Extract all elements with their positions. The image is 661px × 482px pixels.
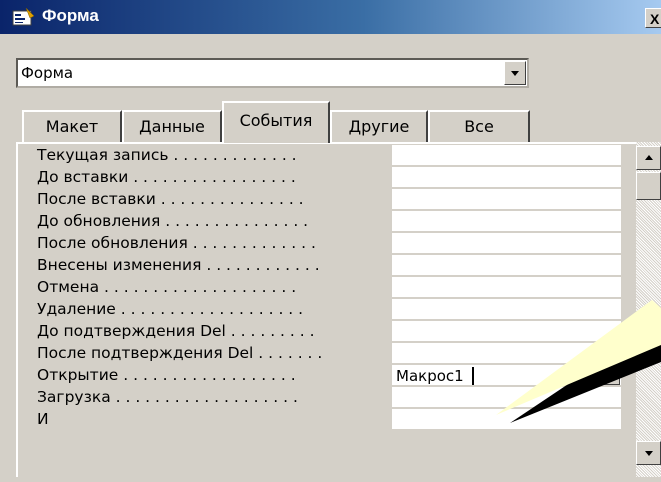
- close-button[interactable]: X: [645, 8, 661, 28]
- property-row-selected[interactable]: Открытие . . . . . . . . . . . . . . . .…: [37, 364, 627, 387]
- tab-label: Все: [464, 117, 494, 136]
- property-label: После подтверждения Del . . . . . . .: [37, 344, 323, 362]
- property-row[interactable]: До подтверждения Del . . . . . . . . .: [37, 321, 627, 343]
- title-bar: Форма X: [0, 0, 661, 34]
- chevron-down-icon: [645, 451, 653, 456]
- property-value-field[interactable]: [392, 299, 621, 320]
- property-value-field[interactable]: [392, 387, 621, 408]
- scroll-thumb[interactable]: [636, 172, 661, 200]
- property-label: Открытие . . . . . . . . . . . . . . . .…: [37, 366, 296, 384]
- tab-label: Данные: [139, 117, 205, 136]
- property-row[interactable]: До вставки . . . . . . . . . . . . . . .…: [37, 167, 627, 189]
- property-value-field[interactable]: Макрос1 ...: [392, 364, 621, 386]
- property-value-field[interactable]: [392, 277, 621, 298]
- scroll-down-button[interactable]: [636, 441, 661, 465]
- property-value-field[interactable]: [392, 255, 621, 276]
- property-label: И: [37, 410, 49, 428]
- property-value-field[interactable]: [392, 409, 621, 430]
- text-caret: [472, 367, 474, 385]
- close-icon: X: [650, 11, 660, 27]
- property-label: Отмена . . . . . . . . . . . . . . . . .…: [37, 278, 297, 296]
- property-label: До подтверждения Del . . . . . . . . .: [37, 322, 315, 340]
- tab-all[interactable]: Все: [428, 110, 530, 142]
- object-selector[interactable]: Форма: [16, 58, 529, 88]
- form-icon: [12, 7, 35, 26]
- property-label: Удаление . . . . . . . . . . . . . . . .…: [37, 300, 304, 318]
- build-button[interactable]: ...: [603, 364, 620, 385]
- property-row[interactable]: Загрузка . . . . . . . . . . . . . . . .…: [37, 387, 627, 409]
- property-label: До обновления . . . . . . . . . . . . . …: [37, 212, 309, 230]
- chevron-down-icon: [511, 71, 519, 76]
- tab-other[interactable]: Другие: [330, 110, 428, 142]
- property-row[interactable]: До обновления . . . . . . . . . . . . . …: [37, 211, 627, 233]
- property-row[interactable]: Текущая запись . . . . . . . . . . . . .: [37, 145, 627, 167]
- property-value-field[interactable]: [392, 189, 621, 210]
- vertical-scrollbar[interactable]: [636, 142, 661, 477]
- tab-label: События: [239, 111, 313, 130]
- property-label: Текущая запись . . . . . . . . . . . . .: [37, 146, 297, 164]
- chevron-down-icon: [590, 374, 596, 378]
- property-value-field[interactable]: [392, 233, 621, 254]
- property-row[interactable]: Отмена . . . . . . . . . . . . . . . . .…: [37, 277, 627, 299]
- property-row[interactable]: После подтверждения Del . . . . . . .: [37, 343, 627, 365]
- property-row[interactable]: После обновления . . . . . . . . . . . .…: [37, 233, 627, 255]
- property-label: Загрузка . . . . . . . . . . . . . . . .…: [37, 388, 298, 406]
- tab-label: Другие: [348, 117, 410, 136]
- property-value-field[interactable]: [392, 145, 621, 166]
- property-label: После обновления . . . . . . . . . . . .…: [37, 234, 316, 252]
- property-row[interactable]: И: [37, 409, 627, 431]
- property-label: Внесены изменения . . . . . . . . . . . …: [37, 256, 320, 274]
- property-value-field[interactable]: [392, 321, 621, 342]
- property-value-field[interactable]: [392, 167, 621, 188]
- property-row[interactable]: После вставки . . . . . . . . . . . . . …: [37, 189, 627, 211]
- property-value: Макрос1: [396, 367, 464, 385]
- tab-data[interactable]: Данные: [122, 110, 222, 142]
- property-row[interactable]: Внесены изменения . . . . . . . . . . . …: [37, 255, 627, 277]
- object-selector-dropdown-button[interactable]: [504, 61, 526, 85]
- object-selector-value: Форма: [21, 64, 74, 82]
- window-title: Форма: [42, 6, 99, 25]
- ellipsis-icon: ...: [606, 364, 620, 378]
- property-row[interactable]: Удаление . . . . . . . . . . . . . . . .…: [37, 299, 627, 321]
- property-label: После вставки . . . . . . . . . . . . . …: [37, 190, 304, 208]
- property-dropdown-button[interactable]: [585, 367, 602, 385]
- scroll-up-button[interactable]: [636, 146, 661, 170]
- property-panel: Текущая запись . . . . . . . . . . . . .…: [16, 142, 640, 477]
- tab-layout[interactable]: Макет: [22, 110, 122, 142]
- tab-events[interactable]: События: [222, 101, 330, 143]
- property-value-field[interactable]: [392, 343, 621, 364]
- chevron-up-icon: [645, 155, 653, 160]
- property-value-field[interactable]: [392, 211, 621, 232]
- tab-label: Макет: [45, 117, 99, 136]
- property-label: До вставки . . . . . . . . . . . . . . .…: [37, 168, 296, 186]
